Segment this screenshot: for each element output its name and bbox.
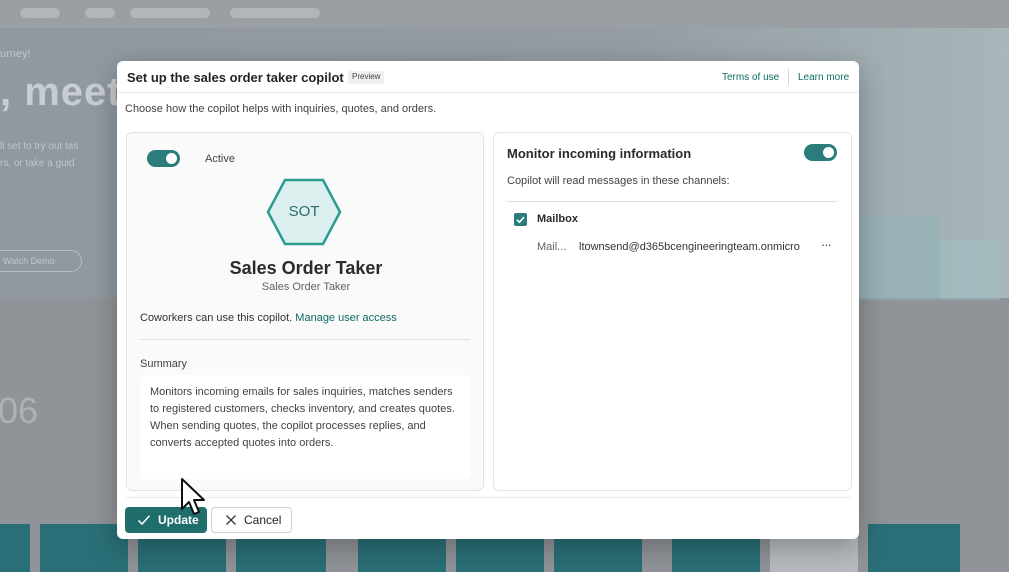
coworkers-access-text: Coworkers can use this copilot. Manage u… <box>140 312 397 324</box>
coworkers-label: Coworkers can use this copilot. <box>140 312 293 324</box>
background-illustration <box>940 240 1000 300</box>
dialog-title: Set up the sales order taker copilot <box>127 70 344 85</box>
more-options-icon[interactable]: ··· <box>821 237 832 252</box>
monitor-description: Copilot will read messages in these chan… <box>507 175 730 187</box>
background-close-icon: × <box>998 42 1007 58</box>
setup-copilot-dialog: Set up the sales order taker copilot Pre… <box>117 61 859 539</box>
checkmark-icon <box>137 515 151 526</box>
checkmark-icon <box>516 216 525 224</box>
channel-type: Mail... <box>537 241 567 253</box>
mailbox-checkbox[interactable] <box>514 213 527 226</box>
terms-of-use-link[interactable]: Terms of use <box>722 72 779 83</box>
mouse-pointer-icon <box>181 478 205 515</box>
background-hero-caption: urney! <box>0 48 31 60</box>
copilot-subtitle: Sales Order Taker <box>261 281 351 293</box>
dialog-header: Set up the sales order taker copilot Pre… <box>117 61 859 93</box>
preview-badge: Preview <box>348 71 385 84</box>
monitor-panel: Monitor incoming information Copilot wil… <box>493 132 852 491</box>
copilot-icon-initials: SOT <box>288 203 320 220</box>
summary-label: Summary <box>140 358 188 370</box>
background-kpi-number: 06 <box>0 390 39 431</box>
mailbox-address: ltownsend@d365bcengineeringteam.onmicro <box>579 241 800 253</box>
footer-divider <box>126 497 852 498</box>
cancel-button[interactable]: Cancel <box>211 507 292 533</box>
toggle-knob <box>166 153 177 164</box>
summary-text: Monitors incoming emails for sales inqui… <box>140 375 470 479</box>
background-hero-button: Watch Demo <box>0 250 82 272</box>
cancel-label: Cancel <box>244 513 282 527</box>
monitor-title: Monitor incoming information <box>507 146 692 161</box>
learn-more-link[interactable]: Learn more <box>798 72 849 83</box>
manage-user-access-link[interactable]: Manage user access <box>295 312 397 324</box>
dialog-subtitle: Choose how the copilot helps with inquir… <box>125 103 437 115</box>
active-toggle[interactable] <box>147 150 180 167</box>
background-topbar <box>0 0 1009 28</box>
copilot-info-panel: Active SOT Sales Order Taker Sales Order… <box>126 132 484 491</box>
active-label: Active <box>205 153 235 165</box>
mailbox-label: Mailbox <box>537 213 578 225</box>
header-divider <box>788 69 789 85</box>
divider <box>507 201 837 202</box>
monitor-toggle[interactable] <box>804 144 837 161</box>
copilot-name: Sales Order Taker <box>229 258 383 278</box>
toggle-knob <box>823 147 834 158</box>
background-illustration <box>860 215 940 300</box>
divider <box>140 339 470 340</box>
background-hero-text: ll set to try out tas rs, or take a guid <box>0 141 79 169</box>
close-icon <box>226 515 236 525</box>
